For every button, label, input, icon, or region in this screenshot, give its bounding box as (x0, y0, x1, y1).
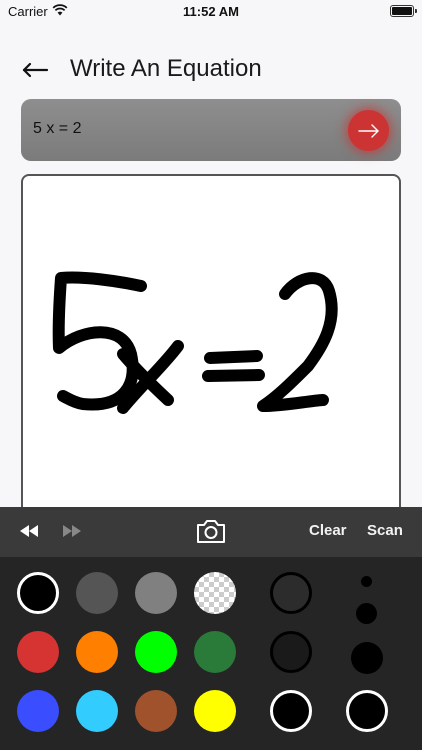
battery-icon (390, 5, 417, 17)
color-swatch-orange[interactable] (76, 631, 118, 673)
submit-arrow-icon (357, 123, 379, 138)
color-swatch-gray[interactable] (135, 572, 177, 614)
background-swatch-dark[interactable] (270, 572, 312, 614)
clear-button[interactable]: Clear (309, 522, 347, 539)
page-title: Write An Equation (70, 55, 262, 82)
nav-header: Write An Equation (0, 50, 422, 90)
color-palette (0, 557, 422, 750)
color-swatch-blue[interactable] (17, 690, 59, 732)
color-swatch-red[interactable] (17, 631, 59, 673)
background-swatch-darker[interactable] (270, 631, 312, 673)
fast-forward-icon[interactable] (60, 522, 84, 540)
color-swatch-black[interactable] (17, 572, 59, 614)
pen-size-large[interactable] (351, 642, 383, 674)
handwritten-equation (52, 271, 338, 414)
color-swatch-transparent[interactable] (194, 572, 236, 614)
color-swatch-yellow[interactable] (194, 690, 236, 732)
pen-size-xlarge[interactable] (346, 690, 388, 732)
color-swatch-green[interactable] (135, 631, 177, 673)
color-swatch-brown[interactable] (135, 690, 177, 732)
background-swatch-black[interactable] (270, 690, 312, 732)
pen-size-medium[interactable] (356, 603, 377, 624)
submit-button[interactable] (348, 110, 389, 151)
status-bar: Carrier 11:52 AM (0, 0, 422, 24)
color-swatch-dark-gray[interactable] (76, 572, 118, 614)
status-time: 11:52 AM (183, 4, 239, 19)
color-swatch-dark-green[interactable] (194, 631, 236, 673)
back-arrow-icon[interactable] (20, 54, 52, 86)
equation-input[interactable]: 5 x = 2 (33, 120, 81, 138)
camera-icon[interactable] (195, 517, 227, 545)
drawing-canvas[interactable] (21, 174, 401, 519)
color-swatch-light-blue[interactable] (76, 690, 118, 732)
rewind-icon[interactable] (17, 522, 41, 540)
drawing-toolbar: Clear Scan (0, 507, 422, 557)
scan-button[interactable]: Scan (367, 522, 403, 539)
equation-bar: 5 x = 2 (21, 99, 401, 161)
pen-size-small[interactable] (361, 576, 372, 587)
